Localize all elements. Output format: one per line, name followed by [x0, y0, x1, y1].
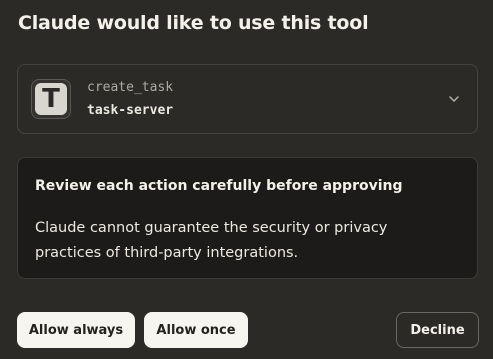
tool-name: create_task — [87, 80, 174, 95]
decline-button[interactable]: Decline — [396, 312, 479, 348]
tool-server-name: task-server — [87, 103, 174, 118]
warning-title: Review each action carefully before appr… — [35, 178, 403, 194]
tool-permission-dialog: Claude would like to use this tool T cre… — [0, 0, 493, 359]
warning-body: Claude cannot guarantee the security or … — [35, 220, 388, 261]
tool-avatar: T — [31, 79, 71, 119]
allow-always-button[interactable]: Allow always — [17, 312, 135, 348]
tool-details-card[interactable]: T create_task task-server — [17, 64, 478, 134]
tool-letter-icon: T — [35, 83, 67, 115]
allow-once-button[interactable]: Allow once — [144, 312, 248, 348]
security-warning-box: Review each action carefully before appr… — [17, 157, 478, 279]
chevron-down-icon[interactable] — [447, 92, 461, 106]
dialog-title: Claude would like to use this tool — [18, 12, 369, 34]
